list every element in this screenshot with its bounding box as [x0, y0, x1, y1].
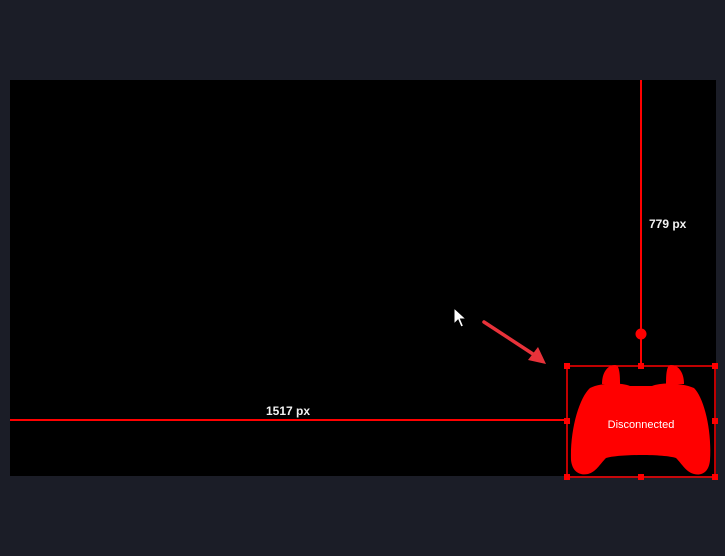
- mouse-cursor-icon: [453, 306, 468, 328]
- controller-overlay[interactable]: Disconnected: [564, 363, 718, 480]
- controller-status-label: Disconnected: [608, 419, 675, 431]
- resize-handle-top[interactable]: [638, 363, 644, 369]
- overlay-layer: 1517 px 779 px Disconnected: [10, 80, 718, 480]
- vertical-distance-label: 779 px: [649, 217, 687, 231]
- resize-handle-bottom[interactable]: [638, 474, 644, 480]
- horizontal-distance-label: 1517 px: [266, 404, 310, 418]
- right-bumper-shape: [666, 365, 684, 384]
- resize-handle-top-right[interactable]: [712, 363, 718, 369]
- editor-page: 1517 px 779 px Disconnected: [0, 0, 725, 556]
- left-bumper-shape: [602, 365, 620, 384]
- resize-handle-bottom-left[interactable]: [564, 474, 570, 480]
- pointer-arrow-icon: [482, 320, 546, 364]
- anchor-point-handle[interactable]: [635, 328, 647, 340]
- resize-handle-bottom-right[interactable]: [712, 474, 718, 480]
- resize-handle-left[interactable]: [564, 418, 570, 424]
- resize-handle-right[interactable]: [712, 418, 718, 424]
- resize-handle-top-left[interactable]: [564, 363, 570, 369]
